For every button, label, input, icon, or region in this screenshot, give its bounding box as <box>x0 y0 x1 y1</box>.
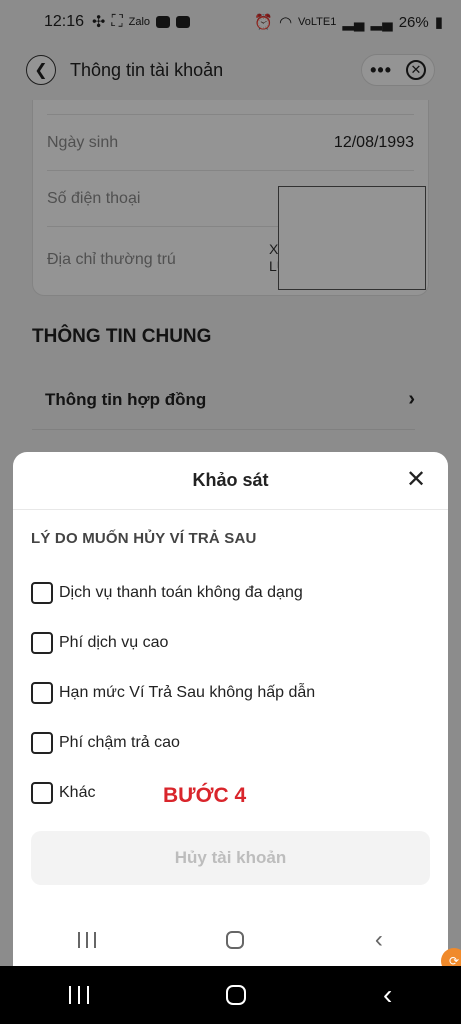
back-icon[interactable]: ‹ <box>375 928 383 952</box>
option-label: Dịch vụ thanh toán không đa dạng <box>59 584 303 601</box>
cancel-account-button[interactable]: Hủy tài khoản <box>31 831 430 885</box>
checkbox[interactable] <box>31 582 53 604</box>
option-label: Khác <box>59 784 96 801</box>
option-other[interactable]: Khác <box>31 779 95 807</box>
recents-icon[interactable] <box>68 986 89 1004</box>
background-page: 12:16 ✣ ⛶ Zalo ⏰ ◠ VoLTE1 ▂▄ ▂▄ 26% ▮ ❮ … <box>0 0 461 966</box>
step-annotation: BƯỚC 4 <box>163 784 247 807</box>
survey-bottom-sheet: Khảo sát ✕ LÝ DO MUỐN HỦY VÍ TRẢ SAU Dịc… <box>13 452 448 966</box>
option-high-fee[interactable]: Phí dịch vụ cao <box>31 629 168 657</box>
back-icon[interactable]: ‹ <box>383 981 392 1009</box>
close-icon[interactable]: ✕ <box>404 468 428 492</box>
option-diverse-payment[interactable]: Dịch vụ thanh toán không đa dạng <box>31 579 303 607</box>
checkbox[interactable] <box>31 732 53 754</box>
survey-question: LÝ DO MUỐN HỦY VÍ TRẢ SAU <box>31 530 257 547</box>
home-icon[interactable] <box>225 985 246 1005</box>
checkbox[interactable] <box>31 782 53 804</box>
app-nav-bar: ‹ <box>13 914 448 966</box>
system-nav-bar: ‹ <box>0 966 461 1024</box>
home-icon[interactable] <box>226 931 245 949</box>
recents-icon[interactable] <box>78 932 97 948</box>
option-late-fee[interactable]: Phí chậm trả cao <box>31 729 180 757</box>
option-credit-limit[interactable]: Hạn mức Ví Trả Sau không hấp dẫn <box>31 679 315 707</box>
option-label: Phí dịch vụ cao <box>59 634 169 651</box>
checkbox[interactable] <box>31 632 53 654</box>
sheet-header: Khảo sát ✕ <box>13 452 448 510</box>
option-label: Phí chậm trả cao <box>59 734 180 751</box>
sheet-title: Khảo sát <box>192 470 269 490</box>
checkbox[interactable] <box>31 682 53 704</box>
option-label: Hạn mức Ví Trả Sau không hấp dẫn <box>59 684 316 701</box>
